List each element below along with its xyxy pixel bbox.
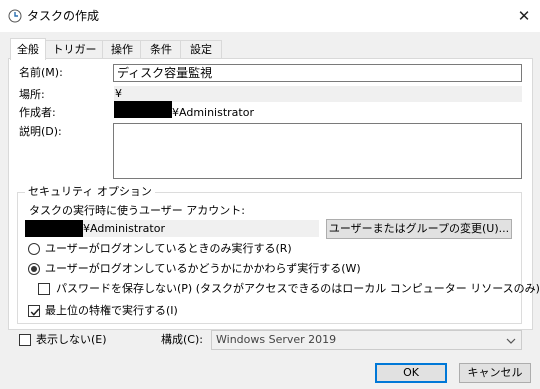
author-label: 作成者: (19, 106, 56, 119)
no-store-password-label[interactable]: パスワードを保存しない(P) (タスクがアクセスできるのはローカル コンピュータ… (56, 282, 540, 296)
tab-settings[interactable]: 設定 (180, 40, 222, 59)
tab-triggers[interactable]: トリガー (45, 40, 104, 59)
location-field: ¥ (114, 86, 522, 102)
location-value: ¥ (115, 87, 122, 100)
radio-logged-on-only[interactable] (28, 243, 40, 255)
tab-general[interactable]: 全般 (10, 38, 46, 60)
highest-privileges-checkbox[interactable] (28, 305, 40, 317)
configure-label: 構成(C): (161, 333, 203, 346)
tab-conditions[interactable]: 条件 (140, 40, 182, 59)
window-title: タスクの作成 (27, 9, 100, 23)
radio-logged-on-only-label[interactable]: ユーザーがログオンしているときのみ実行する(R) (45, 242, 292, 256)
name-label: 名前(M): (19, 66, 63, 79)
ok-button[interactable]: OK (375, 363, 447, 383)
no-store-password-checkbox[interactable] (38, 283, 50, 295)
name-field[interactable]: ディスク容量監視 (113, 64, 522, 82)
security-options-title: セキュリティ オプション (25, 185, 155, 199)
account-prompt: タスクの実行時に使うユーザー アカウント: (29, 204, 245, 217)
radio-whether-logged-on-label[interactable]: ユーザーがログオンしているかどうかにかかわらず実行する(W) (45, 262, 361, 276)
configure-value: Windows Server 2019 (216, 333, 337, 346)
name-field-value: ディスク容量監視 (117, 66, 213, 80)
highest-privileges-label[interactable]: 最上位の特権で実行する(I) (45, 304, 178, 318)
task-clock-icon (8, 9, 22, 23)
title-bar: タスクの作成 ✕ (0, 0, 540, 32)
hidden-checkbox[interactable] (19, 334, 31, 346)
change-user-button[interactable]: ユーザーまたはグループの変更(U)... (326, 219, 512, 239)
configure-select[interactable]: Windows Server 2019 (211, 330, 522, 350)
chevron-down-icon (505, 335, 517, 347)
close-icon[interactable]: ✕ (514, 6, 534, 26)
author-value: ¥Administrator (172, 106, 254, 119)
tab-actions[interactable]: 操作 (102, 40, 142, 59)
cancel-button[interactable]: キャンセル (459, 363, 531, 383)
hidden-label[interactable]: 表示しない(E) (36, 333, 107, 347)
radio-whether-logged-on[interactable] (28, 263, 40, 275)
redacted-block (114, 101, 172, 118)
location-label: 場所: (19, 88, 45, 101)
redacted-block (25, 220, 83, 237)
description-label: 説明(D): (19, 125, 62, 138)
description-field[interactable] (113, 123, 522, 179)
account-value: ¥Administrator (83, 222, 165, 235)
checkmark-icon (30, 308, 40, 316)
